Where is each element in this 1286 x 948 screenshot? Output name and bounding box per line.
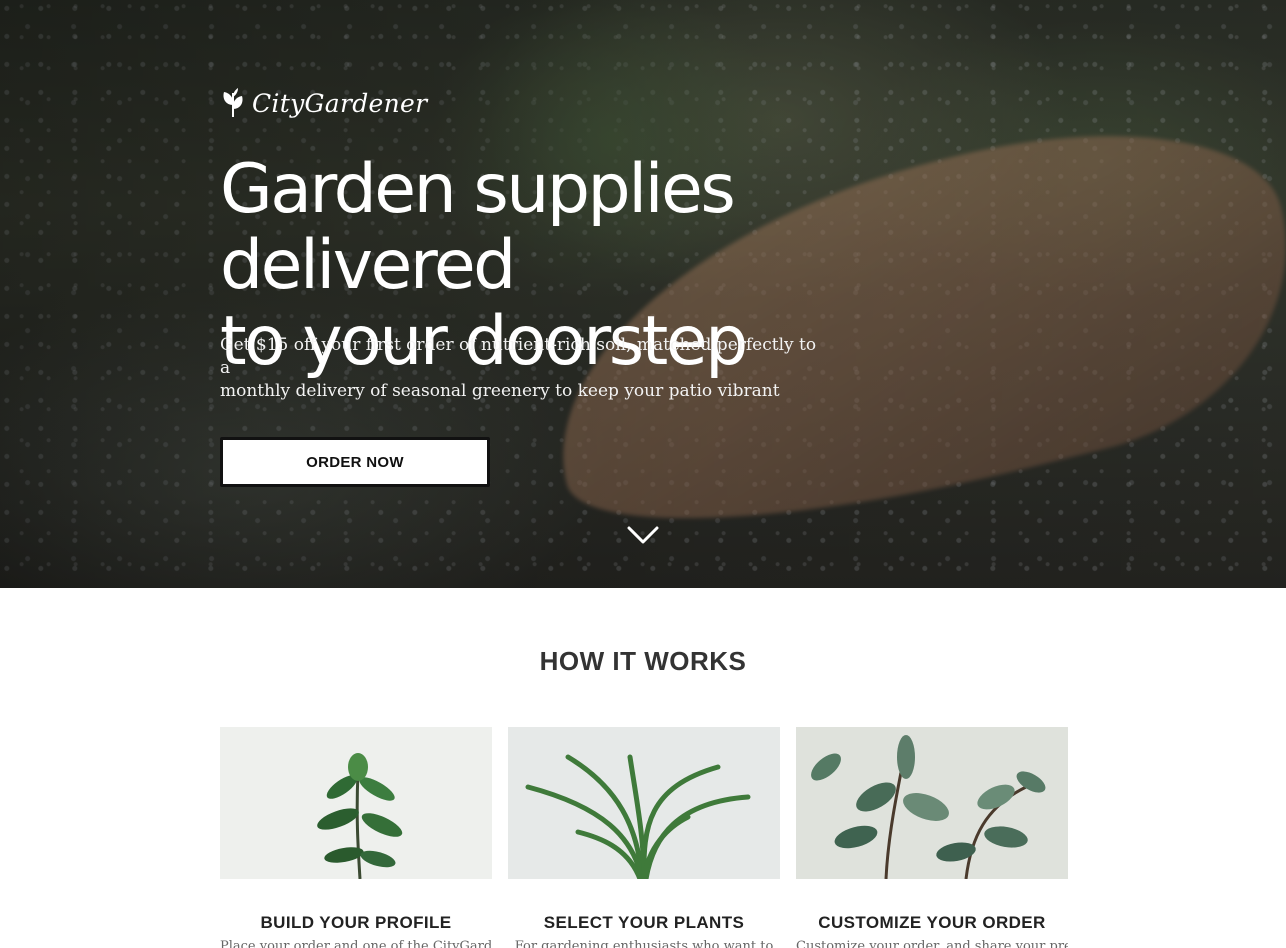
step-card-build-profile: BUILD YOUR PROFILE Place your order and … <box>220 727 492 948</box>
brand-name: CityGardener <box>252 88 428 118</box>
hero-subtitle: Get $15 off your first order of nutrient… <box>220 334 820 403</box>
step-title-select-plants: SELECT YOUR PLANTS <box>543 913 745 932</box>
brand-logo[interactable]: CityGardener <box>220 86 427 120</box>
step-desc-customize-order: Customize your order, and share your pre… <box>796 939 1068 948</box>
hero-subtitle-line-1: Get $15 off your first order of nutrient… <box>220 335 817 378</box>
hero-title-line-1: Garden supplies delivered <box>220 150 736 305</box>
plant-illustration-3 <box>811 735 1046 879</box>
step-title-build-profile: BUILD YOUR PROFILE <box>260 913 452 932</box>
hero-section: CityGardener Garden supplies delivered t… <box>0 0 1286 588</box>
hero-subtitle-line-2: monthly delivery of seasonal greenery to… <box>220 381 780 401</box>
order-now-button[interactable]: ORDER NOW <box>220 437 490 487</box>
step-image-select-plants <box>508 727 780 879</box>
step-desc-build-profile: Place your order and one of the CityGard… <box>220 939 492 948</box>
step-image-customize-order <box>796 727 1068 879</box>
step-card-select-plants: SELECT YOUR PLANTS For gardening enthusi… <box>508 727 780 948</box>
step-image-build-profile <box>220 727 492 879</box>
step-card-customize-order: CUSTOMIZE YOUR ORDER Customize your orde… <box>796 727 1068 948</box>
how-it-works-title: HOW IT WORKS <box>539 646 747 676</box>
step-title-customize-order: CUSTOMIZE YOUR ORDER <box>818 913 1046 932</box>
plant-illustration-1 <box>317 753 403 879</box>
chevron-down-icon[interactable] <box>626 524 660 546</box>
plant-illustration-2 <box>525 754 751 879</box>
leaf-icon <box>223 88 243 118</box>
step-desc-select-plants: For gardening enthusiasts who want to <box>514 939 774 948</box>
